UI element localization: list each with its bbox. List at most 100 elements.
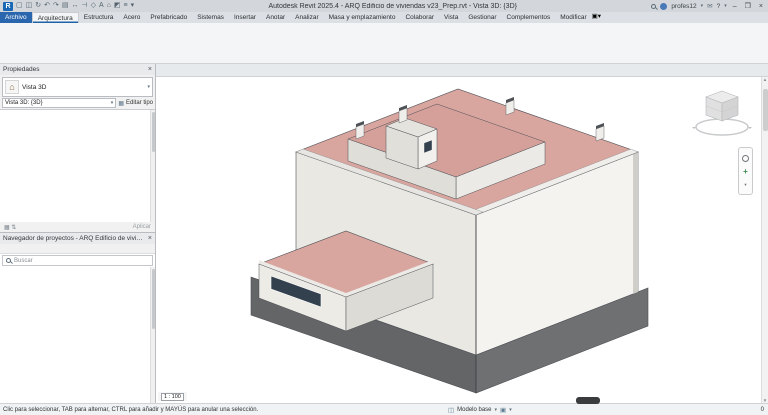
communication-center-icon[interactable]: ✉ bbox=[707, 2, 712, 10]
navbar-caret-icon[interactable]: ▾ bbox=[744, 182, 746, 188]
instance-combo-caret-icon: ▾ bbox=[111, 100, 114, 106]
instance-combo-label: Vista 3D: {3D} bbox=[5, 100, 43, 106]
save-icon[interactable]: ◫ bbox=[26, 1, 33, 11]
browser-header: Navegador de proyectos - ARQ Edificio de… bbox=[0, 233, 155, 244]
main-area: Propiedades × ⌂ Vista 3D ▾ Vista 3D: {3D… bbox=[0, 64, 768, 403]
ribbon-display-toggle[interactable]: ▣▾ bbox=[592, 12, 601, 23]
type-selector-label: Vista 3D bbox=[22, 84, 144, 91]
account-avatar[interactable] bbox=[660, 3, 667, 10]
title-bar: R▢◫↻↶↷▤↔⊣◇A⌂◩≡▾ Autodesk Revit 2025.4 - … bbox=[0, 0, 768, 12]
ribbon-panels bbox=[0, 23, 768, 63]
project-browser: Navegador de proyectos - ARQ Edificio de… bbox=[0, 233, 155, 403]
title-bar-right: profes12 ▾ ✉ ? ▾ – ❐ × bbox=[651, 2, 768, 10]
ribbon-tab-colaborar[interactable]: Colaborar bbox=[400, 12, 439, 23]
status-bar: Clic para seleccionar, TAB para alternar… bbox=[0, 403, 768, 415]
ribbon-tab-insertar[interactable]: Insertar bbox=[229, 12, 261, 23]
navigation-bar[interactable]: + ▾ bbox=[738, 147, 753, 195]
scrollbar-thumb[interactable] bbox=[763, 89, 768, 131]
print-icon[interactable]: ▤ bbox=[62, 1, 69, 11]
view-tab-bar bbox=[156, 64, 768, 77]
taskbar-nub bbox=[576, 397, 600, 404]
workset-caret-icon[interactable]: ▾ bbox=[495, 407, 498, 413]
revit-logo[interactable]: R bbox=[3, 2, 13, 11]
view-scale-button[interactable]: 1 : 100 bbox=[161, 393, 184, 401]
ribbon-tab-archivo[interactable]: Archivo bbox=[0, 12, 32, 23]
aligned-dimension-icon[interactable]: ⊣ bbox=[82, 1, 88, 11]
ribbon-tab-analizar[interactable]: Analizar bbox=[290, 12, 323, 23]
status-hint-text: Clic para seleccionar, TAB para alternar… bbox=[0, 407, 258, 413]
close-button[interactable]: × bbox=[757, 3, 765, 10]
window-title: Autodesk Revit 2025.4 - ARQ Edificio de … bbox=[134, 3, 651, 10]
help-caret-icon[interactable]: ▾ bbox=[724, 3, 727, 9]
status-selection-tools: 0 bbox=[761, 407, 764, 413]
ribbon-tab-prefabricado[interactable]: Prefabricado bbox=[145, 12, 192, 23]
restore-button[interactable]: ❐ bbox=[743, 2, 753, 10]
ribbon-tab-gestionar[interactable]: Gestionar bbox=[463, 12, 501, 23]
design-options-icon[interactable]: ▣ bbox=[500, 406, 506, 414]
edit-type-button[interactable]: ▦ Editar tipo bbox=[118, 100, 153, 107]
edit-type-label: Editar tipo bbox=[126, 100, 153, 106]
3d-building-model bbox=[156, 77, 768, 403]
ribbon-tab-anotar[interactable]: Anotar bbox=[261, 12, 290, 23]
ribbon-tab-modificar[interactable]: Modificar bbox=[555, 12, 591, 23]
properties-scrollbar[interactable] bbox=[150, 110, 155, 222]
active-workset-label[interactable]: Modelo base bbox=[457, 407, 491, 413]
scroll-up-icon[interactable]: ▲ bbox=[763, 77, 767, 82]
account-username[interactable]: profes12 bbox=[671, 3, 696, 10]
ribbon bbox=[0, 23, 768, 64]
canvas-scrollbar[interactable]: ▲ ▼ bbox=[761, 77, 768, 403]
drawing-area[interactable]: + ▾ ▲ ▼ 1 : 100 bbox=[156, 77, 768, 403]
browser-title: Navegador de proyectos - ARQ Edificio de… bbox=[3, 235, 143, 242]
canvas-column: + ▾ ▲ ▼ 1 : 100 bbox=[156, 64, 768, 403]
properties-header: Propiedades × bbox=[0, 64, 155, 75]
browser-search-placeholder: Buscar bbox=[14, 258, 33, 264]
properties-close-icon[interactable]: × bbox=[148, 66, 152, 73]
ribbon-tab-vista[interactable]: Vista bbox=[439, 12, 463, 23]
minimize-button[interactable]: – bbox=[731, 3, 739, 10]
edit-type-icon: ▦ bbox=[118, 100, 124, 107]
browser-scrollbar[interactable] bbox=[150, 267, 155, 403]
help-button[interactable]: ? bbox=[717, 3, 721, 10]
open-file-icon[interactable]: ▢ bbox=[16, 1, 23, 11]
zoom-icon[interactable]: + bbox=[743, 168, 748, 175]
text-icon[interactable]: A bbox=[99, 1, 104, 11]
properties-footer: ▦ ⇅ Aplicar bbox=[0, 222, 155, 232]
ribbon-tab-sistemas[interactable]: Sistemas bbox=[192, 12, 229, 23]
steering-wheel-icon[interactable] bbox=[742, 155, 749, 162]
browser-search[interactable]: Buscar bbox=[2, 255, 153, 266]
ribbon-tab-masa-y-emplazamiento[interactable]: Masa y emplazamiento bbox=[324, 12, 401, 23]
browser-close-icon[interactable]: × bbox=[148, 235, 152, 242]
ribbon-tab-estructura[interactable]: Estructura bbox=[79, 12, 119, 23]
ribbon-tab-row: ArchivoArquitecturaEstructuraAceroPrefab… bbox=[0, 12, 768, 23]
search-icon[interactable] bbox=[651, 4, 656, 9]
sync-icon[interactable]: ↻ bbox=[35, 1, 41, 11]
status-worksets: ◫ Modelo base ▾ ▣ ▾ bbox=[448, 406, 512, 414]
account-caret-icon[interactable]: ▾ bbox=[701, 3, 704, 9]
ribbon-tab-arquitectura[interactable]: Arquitectura bbox=[32, 12, 79, 23]
view-type-icon: ⌂ bbox=[5, 80, 19, 94]
ribbon-tab-acero[interactable]: Acero bbox=[118, 12, 145, 23]
browser-tree bbox=[0, 267, 155, 403]
quick-access-toolbar: R▢◫↻↶↷▤↔⊣◇A⌂◩≡▾ bbox=[0, 1, 134, 11]
apply-button[interactable]: Aplicar bbox=[133, 224, 151, 230]
section-icon[interactable]: ◩ bbox=[114, 1, 121, 11]
view-cube[interactable] bbox=[690, 83, 754, 139]
browser-toolbar bbox=[0, 244, 155, 254]
properties-help-icon[interactable]: ▦ ⇅ bbox=[4, 224, 16, 231]
design-options-caret-icon[interactable]: ▾ bbox=[509, 407, 512, 413]
measure-icon[interactable]: ↔ bbox=[72, 1, 79, 11]
thin-lines-icon[interactable]: ≡ bbox=[124, 1, 128, 11]
view-control-bar: 1 : 100 bbox=[158, 392, 187, 401]
redo-icon[interactable]: ↷ bbox=[53, 1, 59, 11]
default-3d-view-icon[interactable]: ⌂ bbox=[107, 1, 111, 11]
type-selector[interactable]: ⌂ Vista 3D ▾ bbox=[2, 77, 153, 97]
properties-title: Propiedades bbox=[3, 66, 40, 73]
undo-icon[interactable]: ↶ bbox=[44, 1, 50, 11]
worksets-icon[interactable]: ◫ bbox=[448, 406, 454, 414]
browser-search-icon bbox=[6, 258, 11, 263]
tag-icon[interactable]: ◇ bbox=[91, 1, 96, 11]
instance-combo[interactable]: Vista 3D: {3D} ▾ bbox=[2, 98, 116, 108]
ribbon-tab-complementos[interactable]: Complementos bbox=[502, 12, 556, 23]
left-column: Propiedades × ⌂ Vista 3D ▾ Vista 3D: {3D… bbox=[0, 64, 156, 403]
instance-row: Vista 3D: {3D} ▾ ▦ Editar tipo bbox=[2, 98, 153, 108]
